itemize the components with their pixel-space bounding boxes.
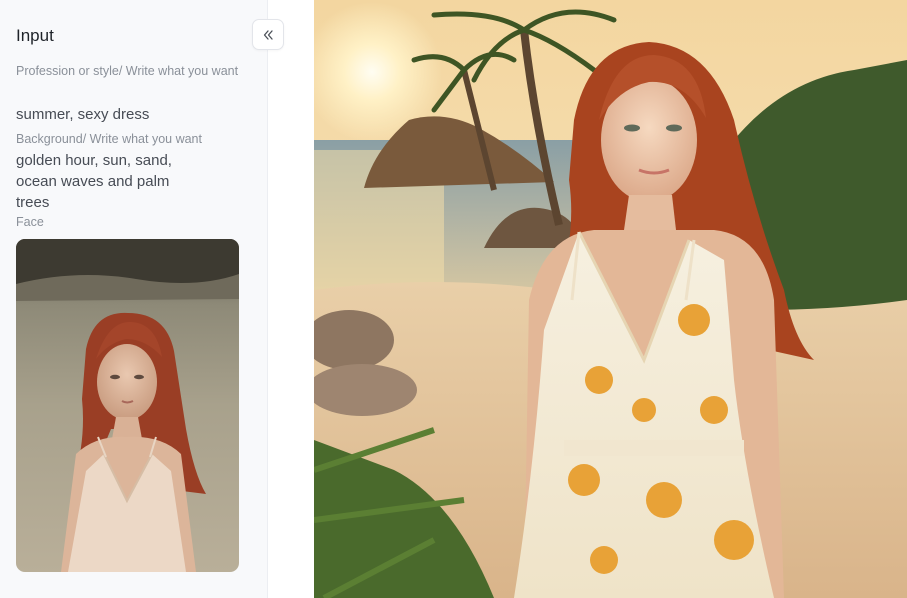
background-label: Background/ Write what you want (16, 132, 202, 146)
panel-title: Input (16, 26, 54, 45)
collapse-sidebar-button[interactable] (252, 19, 284, 50)
profession-value[interactable]: summer, sexy dress (16, 104, 216, 125)
double-chevron-left-icon (263, 29, 273, 40)
input-sidebar: Input Profession or style/ Write what yo… (0, 0, 284, 598)
profession-label: Profession or style/ Write what you want (16, 64, 239, 78)
face-label: Face (16, 215, 44, 229)
face-reference-image[interactable] (16, 239, 239, 572)
background-value[interactable]: golden hour, sun, sand, ocean waves and … (16, 150, 186, 213)
generated-result-image[interactable] (314, 0, 907, 598)
